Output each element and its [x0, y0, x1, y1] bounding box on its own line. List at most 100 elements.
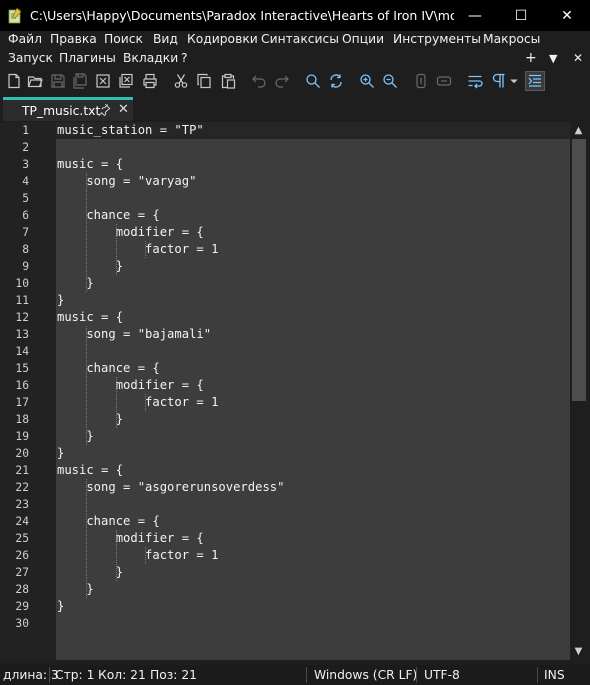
menu-syntax[interactable]: Синтаксисы	[261, 32, 339, 46]
new-file-icon[interactable]	[4, 71, 24, 91]
code-line[interactable]: modifier = {	[57, 224, 204, 241]
indent-guide	[145, 241, 146, 258]
open-file-icon[interactable]	[25, 71, 45, 91]
menu-macros[interactable]: Макросы	[483, 32, 540, 46]
close-all-icon[interactable]	[116, 71, 136, 91]
line-number: 24	[15, 515, 29, 528]
show-all-chars-icon[interactable]	[488, 71, 508, 91]
line-number: 21	[15, 464, 29, 477]
paste-icon[interactable]	[218, 71, 238, 91]
code-line[interactable]: music = {	[57, 156, 123, 173]
replace-icon[interactable]	[326, 71, 346, 91]
code-line[interactable]: modifier = {	[57, 377, 204, 394]
code-line[interactable]: }	[57, 411, 123, 428]
status-separator	[306, 667, 307, 683]
sync-scroll-icon[interactable]	[411, 71, 431, 91]
close-icon[interactable]	[93, 71, 113, 91]
menu-tabs[interactable]: Вкладки	[123, 51, 178, 65]
code-line[interactable]: }	[57, 445, 64, 462]
tab-list-button[interactable]: ▼	[549, 52, 557, 65]
line-number: 1	[22, 124, 29, 137]
code-line[interactable]: }	[57, 564, 123, 581]
menu-options[interactable]: Опции	[342, 32, 384, 46]
line-number: 14	[15, 345, 29, 358]
tab-bar: TP_music.txt ✕	[0, 95, 590, 123]
code-line[interactable]: }	[57, 598, 64, 615]
menu-tools[interactable]: Инструменты	[393, 32, 481, 46]
code-line[interactable]: music_station = "TP"	[57, 122, 204, 139]
minimize-button[interactable]: —	[452, 0, 498, 31]
code-line[interactable]: factor = 1	[57, 241, 218, 258]
menu-help[interactable]: ?	[181, 51, 188, 65]
code-line[interactable]: song = "bajamali"	[57, 326, 211, 343]
redo-icon[interactable]	[272, 71, 292, 91]
indent-guide	[86, 173, 87, 292]
menu-search[interactable]: Поиск	[104, 32, 143, 46]
scrollbar-thumb[interactable]	[572, 139, 586, 401]
tab-close-icon[interactable]: ✕	[118, 102, 129, 117]
save-icon[interactable]	[48, 71, 68, 91]
print-icon[interactable]	[140, 71, 160, 91]
status-encoding[interactable]: UTF-8	[424, 668, 460, 682]
status-insert-mode[interactable]: INS	[544, 668, 565, 682]
code-line[interactable]: chance = {	[57, 513, 159, 530]
menu-edit[interactable]: Правка	[50, 32, 97, 46]
code-editor[interactable]: 1 music_station = "TP" 2 3 music = {4 song =…	[0, 122, 590, 660]
code-line[interactable]: music = {	[57, 462, 123, 479]
line-number: 2	[22, 141, 29, 154]
menu-run[interactable]: Запуск	[8, 51, 53, 65]
code-line[interactable]: music = {	[57, 309, 123, 326]
save-all-icon[interactable]	[70, 71, 90, 91]
zoom-out-icon[interactable]	[380, 71, 400, 91]
code-line[interactable]: }	[57, 428, 93, 445]
new-tab-button[interactable]: +	[525, 50, 537, 66]
menu-view[interactable]: Вид	[153, 32, 178, 46]
code-line[interactable]: factor = 1	[57, 394, 218, 411]
status-separator	[49, 667, 50, 683]
line-number: 11	[15, 294, 29, 307]
status-col: Кол: 21	[98, 668, 146, 682]
close-window-button[interactable]: ✕	[544, 0, 590, 31]
code-line[interactable]: chance = {	[57, 207, 159, 224]
status-eol[interactable]: Windows (CR LF)	[314, 668, 417, 682]
code-line[interactable]: chance = {	[57, 360, 159, 377]
status-length: длина: 3	[3, 668, 59, 682]
sync-horizontal-icon[interactable]	[434, 71, 454, 91]
copy-icon[interactable]	[194, 71, 214, 91]
status-bar: длина: 3 Стр: 1 Кол: 21 Поз: 21 Windows …	[0, 665, 590, 685]
indent-guide	[145, 547, 146, 564]
line-number: 5	[22, 192, 29, 205]
vertical-scrollbar[interactable]: ▲ ▼	[570, 122, 590, 660]
menu-plugins[interactable]: Плагины	[59, 51, 116, 65]
scroll-down-arrow[interactable]: ▼	[570, 643, 587, 660]
find-icon[interactable]	[303, 71, 323, 91]
word-wrap-icon[interactable]	[465, 71, 485, 91]
line-number: 4	[22, 175, 29, 188]
code-line[interactable]: song = "varyag"	[57, 173, 196, 190]
line-number: 16	[15, 379, 29, 392]
code-line[interactable]: }	[57, 275, 93, 292]
scroll-up-arrow[interactable]: ▲	[570, 122, 587, 139]
zoom-in-icon[interactable]	[357, 71, 377, 91]
dropdown-arrow-icon[interactable]	[508, 71, 520, 91]
indent-guide-icon[interactable]	[525, 71, 545, 91]
code-line[interactable]: }	[57, 581, 93, 598]
code-line[interactable]: }	[57, 258, 123, 275]
menu-file[interactable]: Файл	[8, 32, 42, 46]
pin-icon[interactable]	[98, 103, 111, 119]
cut-icon[interactable]	[171, 71, 191, 91]
code-line[interactable]: modifier = {	[57, 530, 204, 547]
menu-encoding[interactable]: Кодировки	[187, 32, 258, 46]
code-line[interactable]: factor = 1	[57, 547, 218, 564]
code-line[interactable]: }	[57, 292, 64, 309]
fold-margin[interactable]	[46, 122, 56, 660]
notepad-plus-plus-icon	[8, 6, 22, 24]
undo-icon[interactable]	[249, 71, 269, 91]
line-number: 27	[15, 566, 29, 579]
tab-tp-music[interactable]: TP_music.txt ✕	[3, 97, 133, 121]
maximize-button[interactable]: ☐	[498, 0, 544, 31]
code-line[interactable]: song = "asgorerunsoverdess"	[57, 479, 284, 496]
line-number: 15	[15, 362, 29, 375]
toolbar	[0, 69, 590, 93]
close-document-button[interactable]: ✕	[573, 51, 583, 65]
